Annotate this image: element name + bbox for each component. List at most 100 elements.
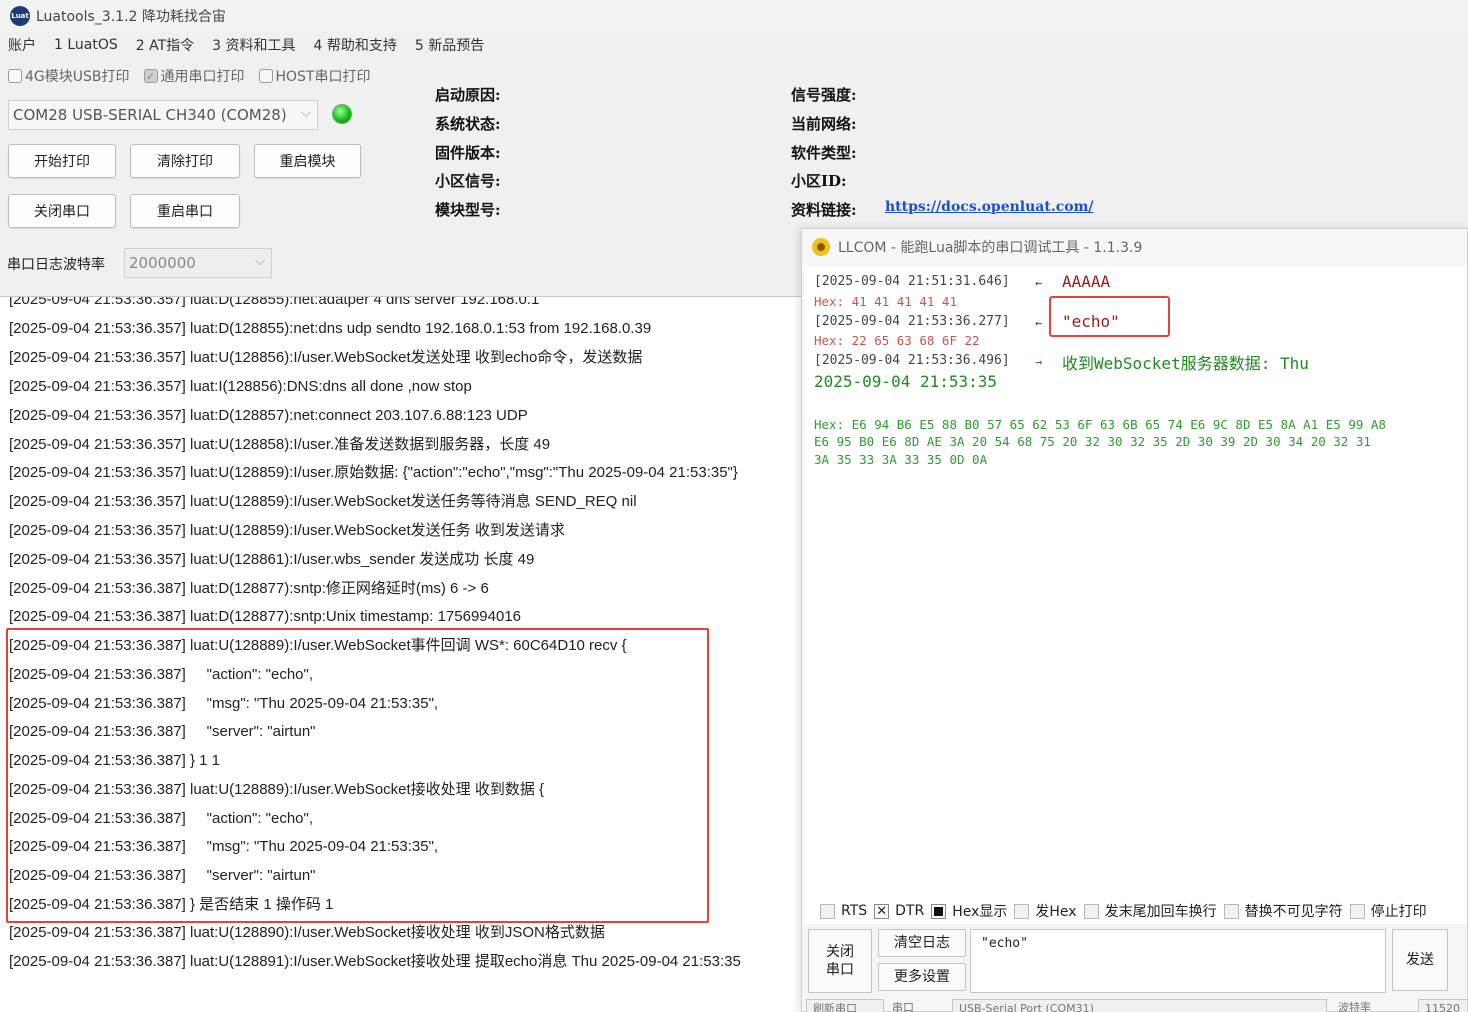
entry-hex: 3A 35 33 3A 33 35 0D 0A [814,452,988,467]
checkbox-stop-print[interactable] [1349,903,1365,919]
menu-bar: 账户 1 LuatOS 2 AT指令 3 资料和工具 4 帮助和支持 5 新品预… [0,34,1468,56]
baud-label: 波特率 [1338,1001,1371,1012]
firmware-version-label: 固件版本: [435,144,501,162]
refresh-port-button[interactable]: 刷新串口 [806,999,884,1012]
llcom-bottom-bar: 刷新串口 串口 USB-Serial Port (COM31) 波特率 1152… [802,999,1467,1012]
option-dtr[interactable]: ✕ DTR [874,903,924,919]
menu-new-products[interactable]: 5 新品预告 [415,35,484,55]
baud-rate-value: 2000000 [129,254,196,272]
log-line: [2025-09-04 21:53:36.357] luat:U(128859)… [9,522,565,539]
chevron-down-icon: ⌵ [301,106,311,121]
system-status-label: 系统状态: [435,115,501,133]
option-stop-print[interactable]: 停止打印 [1349,901,1427,921]
checkbox-append-crlf[interactable] [1083,903,1099,919]
connection-status-led [332,104,352,124]
restart-port-button[interactable]: 重启串口 [130,194,240,228]
option-label: 发Hex [1035,904,1077,920]
menu-luatos[interactable]: 1 LuatOS [54,37,118,53]
option-label: HOST串口打印 [275,69,371,85]
checkbox-4g-usb-print[interactable] [8,69,22,83]
title-bar: Luat Luatools_3.1.2 降功耗找合宙 [0,0,1468,32]
llcom-logo-icon [812,238,830,256]
entry-text: 收到WebSocket服务器数据: Thu [1062,354,1309,373]
port-select[interactable]: COM28 USB-SERIAL CH340 (COM28) ⌵ [8,100,318,130]
option-send-hex[interactable]: 发Hex [1014,901,1077,921]
entry-hex: E6 95 B0 E6 8D AE 3A 20 54 68 75 20 32 3… [814,434,1371,449]
entry-timestamp: [2025-09-04 21:53:36.277] [814,314,1010,329]
option-label: Hex显示 [952,904,1008,920]
docs-link[interactable]: https://docs.openluat.com/ [885,199,1094,215]
entry-text: AAAAA [1062,272,1111,291]
send-text-input[interactable]: "echo" [970,929,1386,993]
option-4g-usb-print[interactable]: 4G模块USB打印 [8,66,130,86]
option-label: 发末尾加回车换行 [1104,904,1217,920]
option-rts[interactable]: RTS [820,903,867,919]
log-line: [2025-09-04 21:53:36.357] luat:D(128855)… [9,320,652,337]
receive-arrow-icon: ← [1035,276,1043,290]
menu-help-support[interactable]: 4 帮助和支持 [314,35,397,55]
llcom-baud-select[interactable]: 11520 [1418,999,1467,1012]
entry-hex: Hex: 41 41 41 41 41 [814,294,957,309]
option-label: RTS [841,903,868,919]
send-arrow-icon: → [1035,355,1043,369]
start-print-button[interactable]: 开始打印 [8,144,116,178]
checkbox-dtr[interactable]: ✕ [874,903,890,919]
llcom-terminal[interactable]: [2025-09-04 21:51:31.646] ← AAAAA Hex: 4… [804,266,1467,924]
receive-arrow-icon: ← [1035,316,1043,330]
checkbox-send-hex[interactable] [1014,903,1030,919]
port-label: 串口 [892,1001,914,1012]
llcom-window: LLCOM - 能跑Lua脚本的串口调试工具 - 1.1.3.9 [2025-0… [801,228,1468,1012]
checkbox-replace-invisible[interactable] [1223,903,1239,919]
option-label: 通用串口打印 [160,69,245,85]
llcom-close-port-button[interactable]: 关闭 串口 [808,929,872,993]
option-uart-print[interactable]: ✓ 通用串口打印 [143,66,245,86]
baud-rate-label: 串口日志波特率 [7,257,105,273]
cell-signal-label: 小区信号: [435,172,501,190]
log-line: [2025-09-04 21:53:36.357] luat:I(128856)… [9,378,472,395]
llcom-options: RTS ✕ DTR Hex显示 发Hex 发末尾加回车换行 替换不可见字符 停止打… [820,901,1434,921]
send-button[interactable]: 发送 [1392,929,1448,991]
llcom-port-select[interactable]: USB-Serial Port (COM31) [952,999,1327,1012]
option-replace-invisible[interactable]: 替换不可见字符 [1223,901,1343,921]
llcom-window-title: LLCOM - 能跑Lua脚本的串口调试工具 - 1.1.3.9 [838,240,1143,256]
menu-at-commands[interactable]: 2 AT指令 [136,35,194,55]
highlight-box [1049,296,1170,337]
highlight-box [6,628,709,923]
option-label: 4G模块USB打印 [25,69,130,85]
option-label: 替换不可见字符 [1244,904,1343,920]
llcom-title-bar: LLCOM - 能跑Lua脚本的串口调试工具 - 1.1.3.9 [802,229,1467,265]
chevron-down-icon: ⌵ [255,254,265,269]
option-host-uart-print[interactable]: HOST串口打印 [258,66,371,86]
boot-reason-label: 启动原因: [435,86,501,104]
port-select-value: COM28 USB-SERIAL CH340 (COM28) [13,106,287,124]
log-line: [2025-09-04 21:53:36.387] luat:D(128877)… [9,608,522,625]
current-network-label: 当前网络: [791,115,857,133]
window-title: Luatools_3.1.2 降功耗找合宙 [36,9,226,25]
more-settings-button[interactable]: 更多设置 [878,963,966,991]
luatools-logo-icon: Luat [10,6,30,26]
log-line: [2025-09-04 21:53:36.387] luat:U(128890)… [9,924,605,941]
option-append-crlf[interactable]: 发末尾加回车换行 [1083,901,1217,921]
option-hex-display[interactable]: Hex显示 [931,901,1007,921]
entry-timestamp: [2025-09-04 21:51:31.646] [814,274,1010,289]
baud-rate-select[interactable]: 2000000 ⌵ [124,248,272,278]
clear-log-button[interactable]: 清空日志 [878,929,966,957]
checkbox-uart-print[interactable]: ✓ [143,69,158,83]
menu-account[interactable]: 账户 [8,35,36,55]
checkbox-hex-display[interactable] [931,903,947,919]
log-line: [2025-09-04 21:53:36.387] luat:D(128877)… [9,580,489,597]
checkbox-host-uart-print[interactable] [258,69,273,83]
log-line: [2025-09-04 21:53:36.357] luat:D(128857)… [9,407,528,424]
log-line: [2025-09-04 21:53:36.357] luat:U(128859)… [9,464,738,481]
clear-print-button[interactable]: 清除打印 [130,144,240,178]
log-line: [2025-09-04 21:53:36.357] luat:U(128859)… [9,493,637,510]
checkbox-rts[interactable] [820,903,835,919]
menu-docs-tools[interactable]: 3 资料和工具 [212,35,295,55]
entry-hex: Hex: 22 65 63 68 6F 22 [814,333,980,348]
restart-module-button[interactable]: 重启模块 [254,144,361,178]
docs-link-label: 资料链接: [791,201,857,219]
module-model-label: 模块型号: [435,201,501,219]
entry-text: 2025-09-04 21:53:35 [814,372,998,391]
close-port-button[interactable]: 关闭串口 [8,194,116,228]
option-label: 停止打印 [1370,904,1427,920]
